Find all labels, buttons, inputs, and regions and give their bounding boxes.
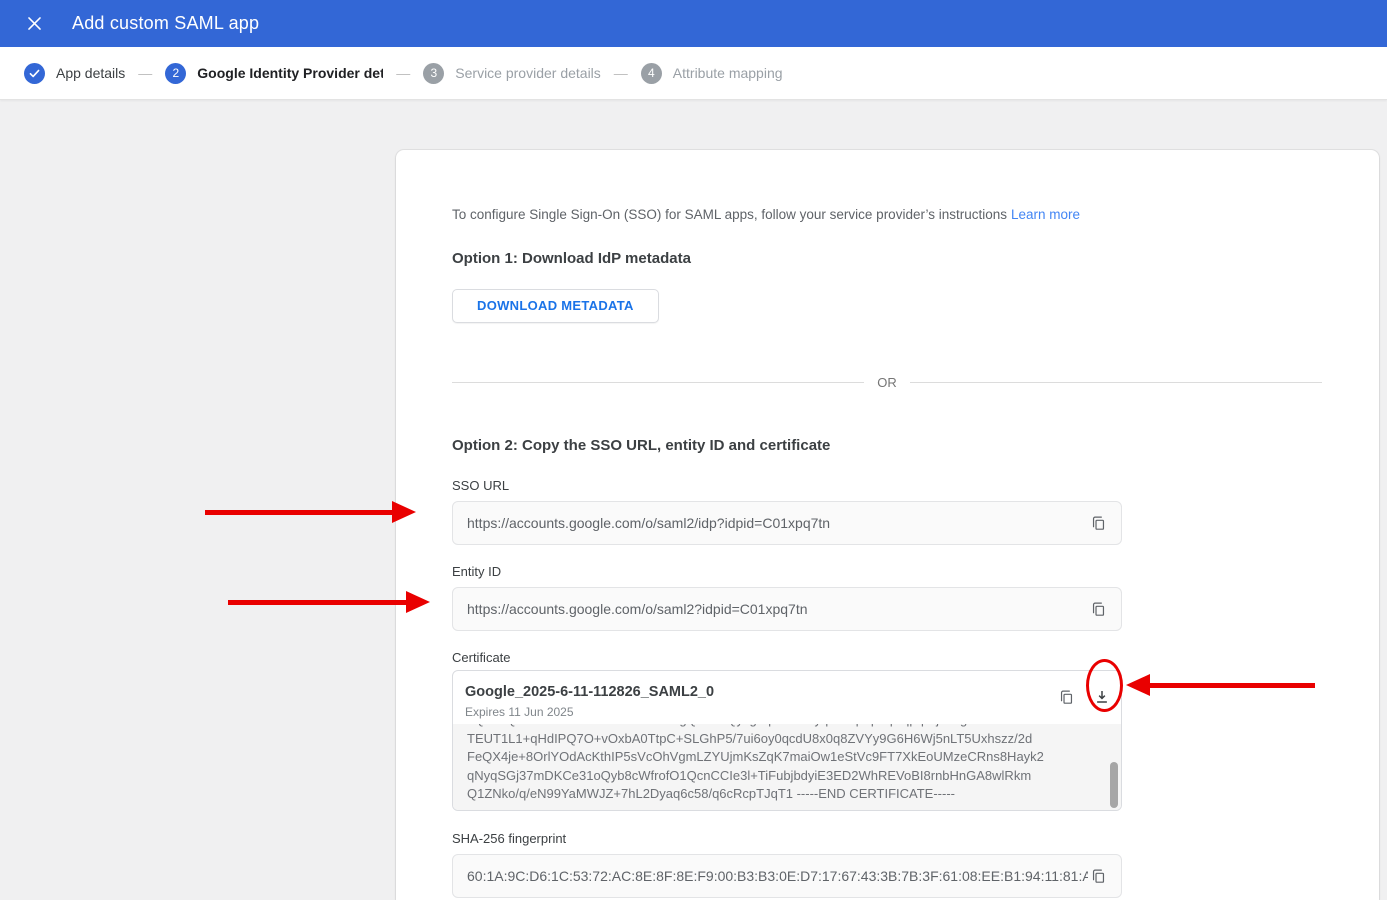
divider-line xyxy=(910,382,1322,383)
option1-heading: Option 1: Download IdP metadata xyxy=(452,250,1322,267)
step-label: App details xyxy=(56,65,125,81)
certificate-card: Google_2025-6-11-112826_SAML2_0 Expires … xyxy=(452,670,1122,811)
step-google-idp-details[interactable]: 2 Google Identity Provider details xyxy=(165,63,383,84)
sha256-label: SHA-256 fingerprint xyxy=(452,831,1322,846)
copy-icon xyxy=(1090,601,1107,618)
wizard-stepper: App details — 2 Google Identity Provider… xyxy=(0,47,1387,100)
content-card: To configure Single Sign-On (SSO) for SA… xyxy=(396,150,1379,900)
certificate-actions xyxy=(1056,684,1113,708)
sha256-field[interactable]: 60:1A:9C:D6:1C:53:72:AC:8E:8F:8E:F9:00:B… xyxy=(452,854,1122,898)
sso-url-value: https://accounts.google.com/o/saml2/idp?… xyxy=(467,515,830,531)
certificate-line: qNyqSGj37mDKCe31oQyb8cWfrofO1QcnCCIe3l+T… xyxy=(467,767,1097,786)
copy-certificate-button[interactable] xyxy=(1056,687,1077,708)
step-connector: — xyxy=(396,65,410,81)
close-icon xyxy=(25,14,44,33)
copy-sha256-button[interactable] xyxy=(1088,866,1109,887)
page-body: To configure Single Sign-On (SSO) for SA… xyxy=(0,100,1387,900)
certificate-line: Q1ZNko/q/eN99YaMWJZ+7hL2Dyaq6c58/q6cRcpT… xyxy=(467,785,1097,804)
dialog-title: Add custom SAML app xyxy=(72,13,259,34)
step-connector: — xyxy=(138,65,152,81)
close-button[interactable] xyxy=(22,12,46,36)
learn-more-link[interactable]: Learn more xyxy=(1011,207,1080,222)
step-label: Attribute mapping xyxy=(673,65,783,81)
certificate-expiry: Expires 11 Jun 2025 xyxy=(465,705,714,719)
download-metadata-button[interactable]: DOWNLOAD METADATA xyxy=(452,289,659,323)
copy-icon xyxy=(1090,868,1107,885)
entity-id-field[interactable]: https://accounts.google.com/o/saml2?idpi… xyxy=(452,587,1122,631)
download-icon xyxy=(1093,688,1111,706)
certificate-body-scrollarea[interactable]: hQIDAQABo4GDMIGAMB0GA1UdDgQWBBQyJg4qSPCz… xyxy=(453,724,1121,810)
download-certificate-button[interactable] xyxy=(1091,686,1113,708)
sso-url-field[interactable]: https://accounts.google.com/o/saml2/idp?… xyxy=(452,501,1122,545)
step-number-badge: 2 xyxy=(165,63,186,84)
copy-entity-id-button[interactable] xyxy=(1088,599,1109,620)
step-label: Google Identity Provider details xyxy=(197,65,383,81)
step-label: Service provider details xyxy=(455,65,601,81)
step-number-badge: 4 xyxy=(641,63,662,84)
certificate-title-block: Google_2025-6-11-112826_SAML2_0 Expires … xyxy=(465,684,714,719)
sha256-value: 60:1A:9C:D6:1C:53:72:AC:8E:8F:8E:F9:00:B… xyxy=(467,868,1088,884)
certificate-name: Google_2025-6-11-112826_SAML2_0 xyxy=(465,684,714,700)
copy-icon xyxy=(1090,515,1107,532)
option2-heading: Option 2: Copy the SSO URL, entity ID an… xyxy=(452,437,1322,454)
intro-text: To configure Single Sign-On (SSO) for SA… xyxy=(452,207,1322,222)
entity-id-label: Entity ID xyxy=(452,564,1322,579)
step-attribute-mapping[interactable]: 4 Attribute mapping xyxy=(641,63,783,84)
step-service-provider-details[interactable]: 3 Service provider details xyxy=(423,63,601,84)
step-app-details[interactable]: App details xyxy=(24,63,125,84)
certificate-label: Certificate xyxy=(452,650,1322,665)
copy-sso-url-button[interactable] xyxy=(1088,513,1109,534)
dialog-header: Add custom SAML app xyxy=(0,0,1387,47)
certificate-scrollbar-thumb[interactable] xyxy=(1110,762,1118,808)
certificate-line: FeQX4je+8OrlYOdAcKthIP5sVcOhVgmLZYUjmKsZ… xyxy=(467,748,1097,767)
entity-id-value: https://accounts.google.com/o/saml2?idpi… xyxy=(467,601,808,617)
copy-icon xyxy=(1058,689,1075,706)
certificate-line: TEUT1L1+qHdIPQ7O+vOxbA0TtpC+SLGhP5/7ui6o… xyxy=(467,730,1097,749)
divider-label: OR xyxy=(864,375,910,390)
step-number-badge: 3 xyxy=(423,63,444,84)
certificate-header: Google_2025-6-11-112826_SAML2_0 Expires … xyxy=(453,671,1121,724)
sso-url-label: SSO URL xyxy=(452,478,1322,493)
step-connector: — xyxy=(614,65,628,81)
certificate-text: hQIDAQABo4GDMIGAMB0GA1UdDgQWBBQyJg4qSPCz… xyxy=(467,724,1097,804)
divider-line xyxy=(452,382,864,383)
or-divider: OR xyxy=(452,374,1322,390)
intro-sentence: To configure Single Sign-On (SSO) for SA… xyxy=(452,207,1007,222)
step-complete-check-icon xyxy=(24,63,45,84)
